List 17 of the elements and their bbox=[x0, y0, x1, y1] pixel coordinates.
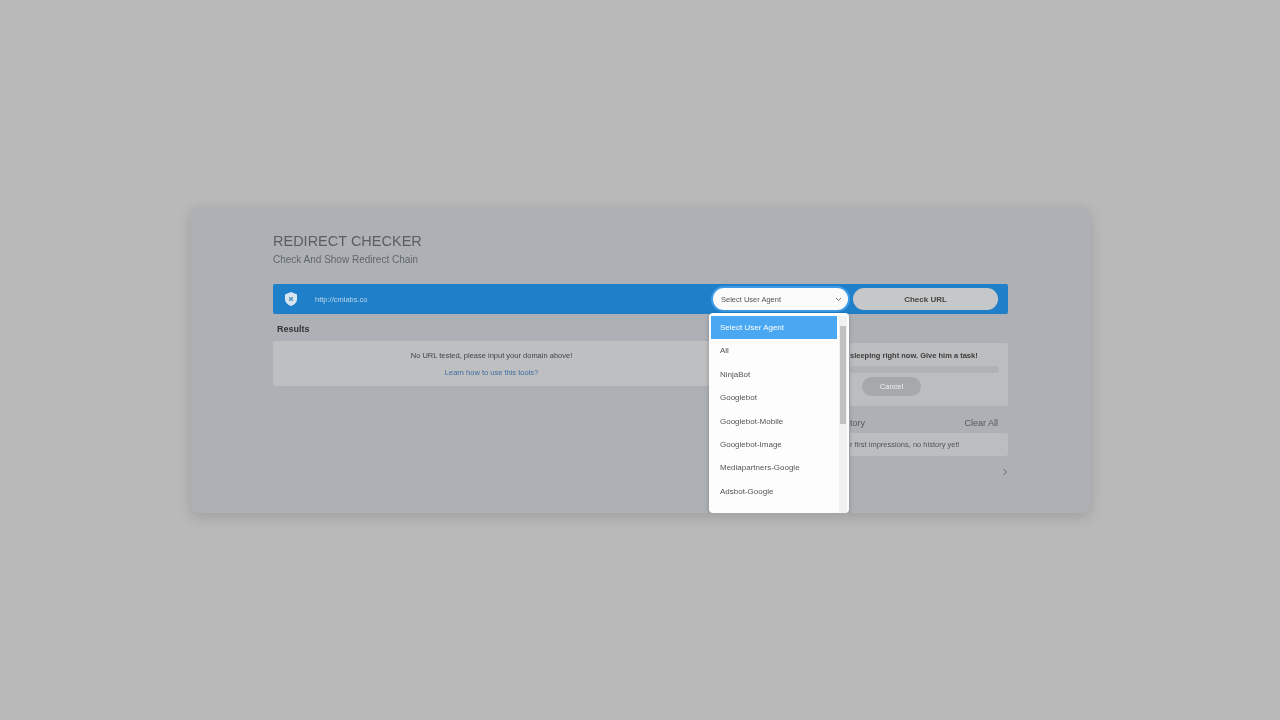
dropdown-option[interactable]: Googlebot bbox=[711, 386, 837, 410]
history-heading: tory bbox=[850, 418, 865, 428]
dropdown-option[interactable]: All bbox=[711, 339, 837, 363]
check-url-button[interactable]: Check URL bbox=[853, 288, 998, 310]
dropdown-option[interactable]: Adsbot-Google bbox=[711, 479, 837, 504]
dropdown-option[interactable]: Googlebot-Image bbox=[711, 432, 837, 457]
shield-icon bbox=[283, 291, 299, 307]
dropdown-option[interactable]: NinjaBot bbox=[711, 362, 837, 387]
dropdown-option[interactable]: Mediapartners-Google bbox=[711, 456, 837, 480]
page-subtitle: Check And Show Redirect Chain bbox=[273, 254, 420, 265]
page-title: REDIRECT CHECKER bbox=[273, 233, 423, 249]
chevron-right-icon[interactable] bbox=[1002, 468, 1008, 476]
clear-all-link[interactable]: Clear All bbox=[964, 418, 998, 428]
results-heading: Results bbox=[276, 324, 311, 334]
dropdown-option[interactable]: Googlebot-Mobile bbox=[711, 409, 837, 433]
scrollbar[interactable] bbox=[839, 316, 847, 513]
caret-icon bbox=[835, 296, 842, 302]
